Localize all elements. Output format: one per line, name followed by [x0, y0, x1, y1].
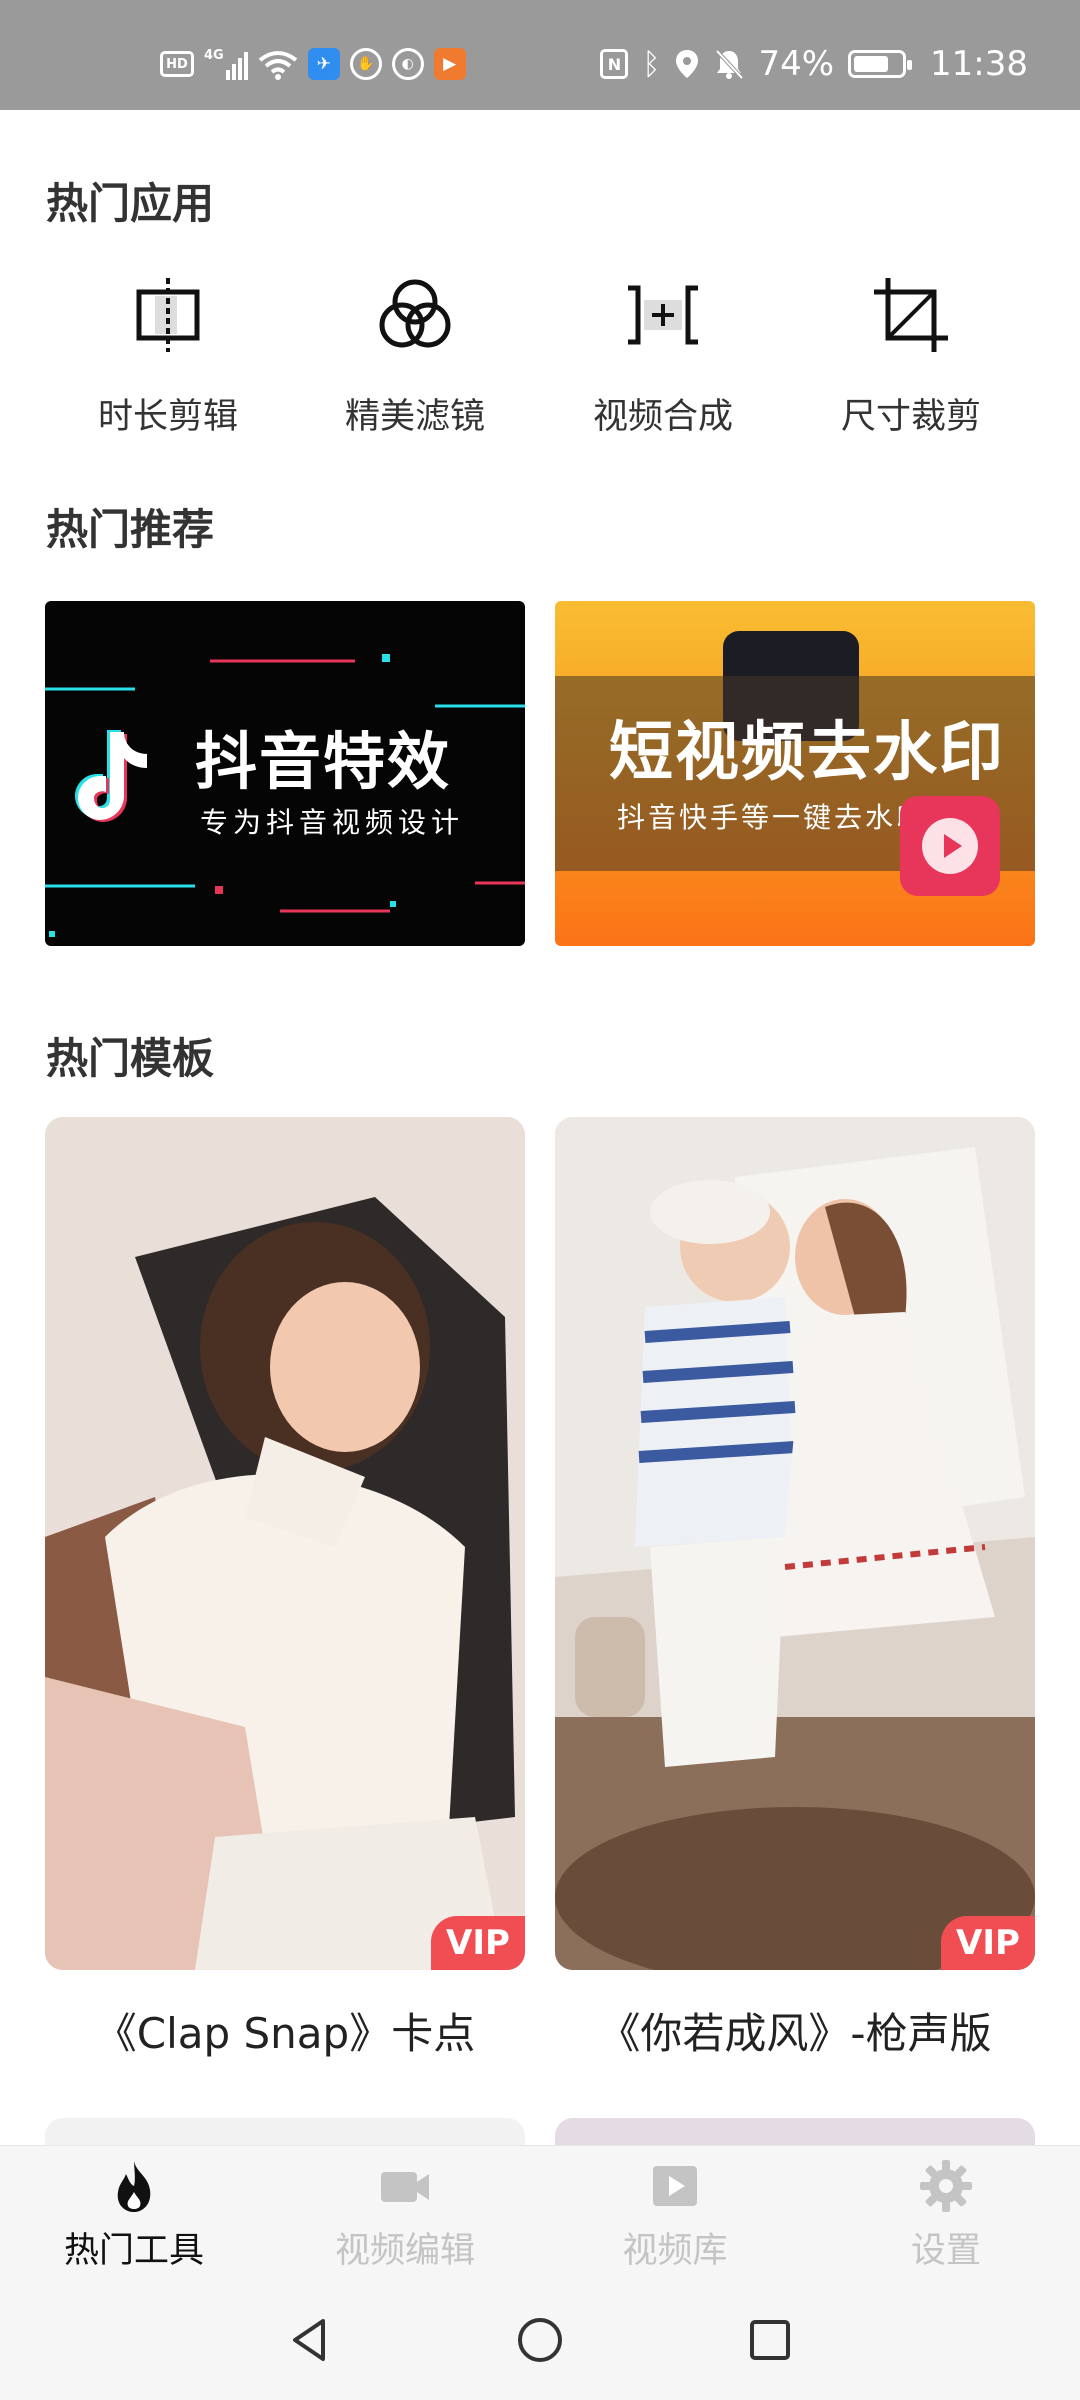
nfc-icon: N	[600, 49, 629, 79]
template-card-ruo-cheng-feng[interactable]: VIP	[555, 1117, 1035, 1970]
template-caption[interactable]: 《Clap Snap》卡点	[45, 2000, 525, 2061]
video-camera-icon	[377, 2158, 433, 2214]
battery-level	[854, 56, 889, 72]
bottom-nav: 热门工具 视频编辑 视频库 设置	[0, 2145, 1080, 2280]
status-left-icons: HD 4G ✈ ✋ ◐ ▶	[160, 44, 466, 84]
signal-4g-icon: 4G	[204, 48, 248, 80]
nav-label: 热门工具	[63, 2231, 204, 2271]
template-caption[interactable]: 《你若成风》-枪声版	[555, 2000, 1035, 2061]
template-thumbnail	[45, 1117, 525, 1970]
section-title-hot-recommend: 热门推荐	[46, 505, 215, 554]
bluetooth-icon: ᛒ	[642, 46, 661, 82]
play-app-icon: ▶	[433, 48, 466, 80]
banner-subtitle: 专为抖音视频设计	[200, 806, 465, 839]
recents-icon[interactable]	[740, 2310, 800, 2370]
banner-remove-watermark[interactable]: 短视频去水印 抖音快手等一键去水印	[555, 601, 1035, 946]
home-icon[interactable]	[510, 2310, 570, 2370]
nav-item-video-library[interactable]: 视频库	[565, 2158, 785, 2273]
signal-label: 4G	[204, 48, 224, 63]
hot-apps-grid: 时长剪辑 精美滤镜 视频合成 尺寸裁剪	[0, 270, 1080, 450]
battery-icon	[848, 50, 913, 78]
app-label: 尺寸裁剪	[840, 397, 981, 437]
merge-icon	[618, 270, 708, 360]
section-title-hot-apps: 热门应用	[46, 179, 215, 228]
nav-label: 视频库	[622, 2231, 728, 2271]
app-crop[interactable]: 尺寸裁剪	[811, 270, 1011, 439]
battery-percent: 74%	[758, 44, 835, 84]
app-label: 视频合成	[592, 397, 733, 437]
app-notification-icon: ✈	[307, 48, 340, 80]
hand-icon: ✋	[349, 48, 382, 80]
banner-subtitle: 抖音快手等一键去水印	[617, 801, 928, 834]
tiktok-icon	[75, 730, 147, 822]
banner-title: 抖音特效	[195, 725, 452, 798]
video-library-icon	[647, 2158, 703, 2214]
ball-icon: ◐	[391, 48, 424, 80]
banner-title: 短视频去水印	[609, 716, 1005, 790]
app-merge[interactable]: 视频合成	[563, 270, 763, 439]
app-label: 精美滤镜	[344, 397, 485, 437]
status-right-icons: N ᛒ 74% 11:38	[600, 44, 1028, 84]
nav-label: 设置	[910, 2231, 981, 2271]
template-card-clap-snap[interactable]: VIP	[45, 1117, 525, 1970]
template-thumbnail	[555, 1117, 1035, 1970]
app-label: 时长剪辑	[97, 397, 238, 437]
section-title-hot-templates: 热门模板	[46, 1034, 215, 1083]
vip-badge: VIP	[941, 1916, 1035, 1970]
nav-item-settings[interactable]: 设置	[836, 2158, 1056, 2273]
crop-icon	[866, 270, 956, 360]
clock: 11:38	[930, 44, 1028, 84]
mute-bell-icon	[715, 49, 744, 80]
nav-item-video-edit[interactable]: 视频编辑	[295, 2158, 515, 2273]
app-filter[interactable]: 精美滤镜	[315, 270, 515, 439]
gear-icon	[918, 2158, 974, 2214]
banner-tiktok-effects[interactable]: 抖音特效 专为抖音视频设计	[45, 601, 525, 946]
app-trim[interactable]: 时长剪辑	[68, 270, 268, 439]
wifi-icon	[258, 51, 297, 80]
system-nav-bar	[0, 2280, 1080, 2400]
trim-icon	[123, 270, 213, 360]
nav-item-hot-tools[interactable]: 热门工具	[24, 2158, 244, 2273]
nav-label: 视频编辑	[334, 2231, 475, 2271]
flame-icon	[106, 2158, 162, 2214]
hd-icon: HD	[160, 51, 194, 77]
location-icon	[676, 50, 699, 78]
status-bar: HD 4G ✈ ✋ ◐ ▶ N ᛒ 74% 11:38	[0, 0, 1080, 110]
back-icon[interactable]	[280, 2310, 340, 2370]
play-icon	[900, 796, 1000, 896]
filter-icon	[370, 270, 460, 360]
vip-badge: VIP	[431, 1916, 525, 1970]
